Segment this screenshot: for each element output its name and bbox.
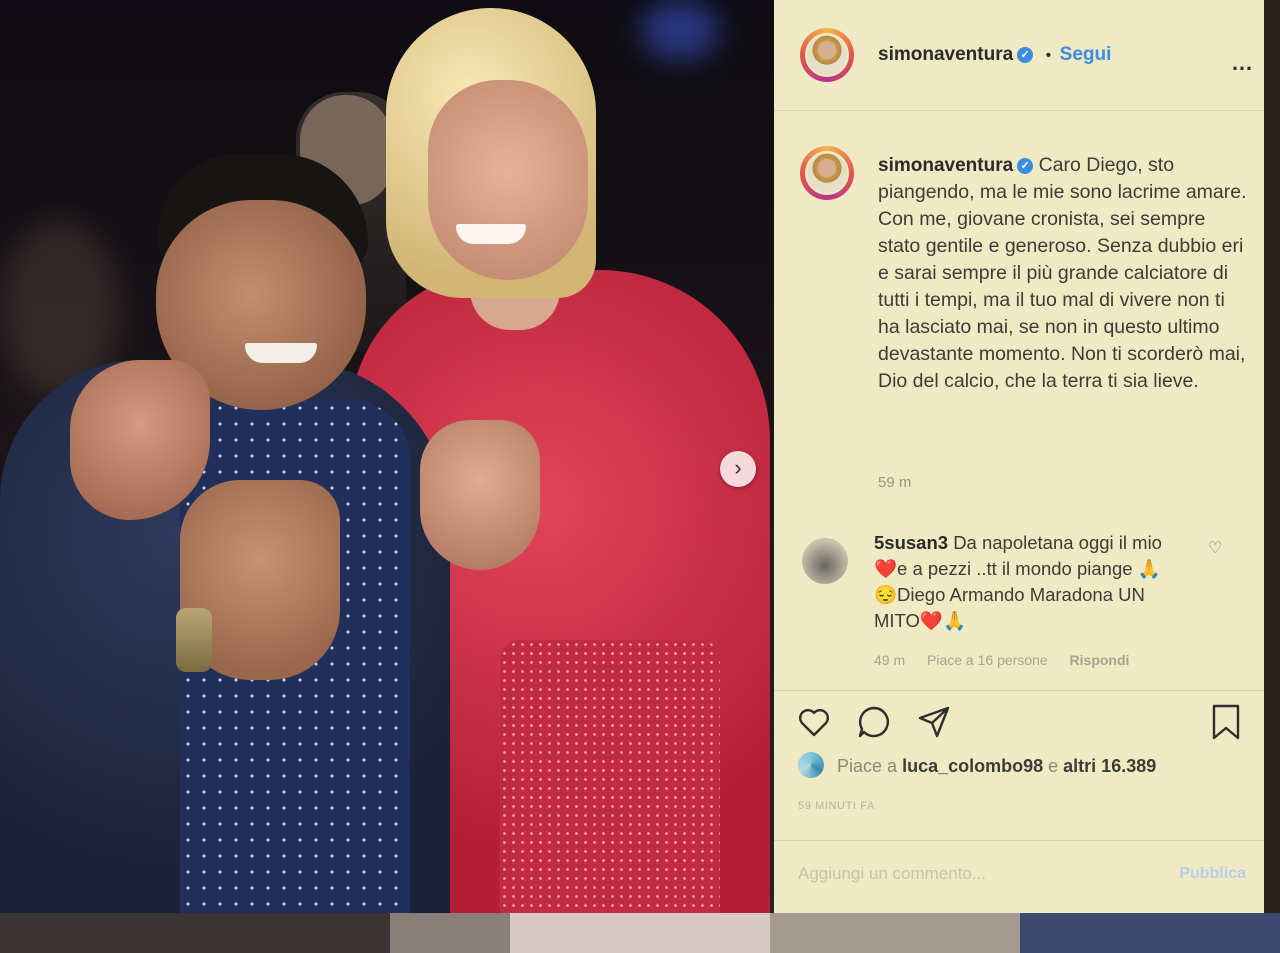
woman-smile: [456, 224, 526, 244]
caption-avatar[interactable]: [800, 146, 854, 200]
actions-divider: [774, 690, 1264, 691]
comment-icon[interactable]: [854, 702, 894, 742]
post-header: simonaventura ✓ • Segui …: [774, 0, 1264, 111]
caption-text: Caro Diego, sto piangendo, ma le mie son…: [878, 154, 1247, 392]
comment-time[interactable]: 49 m: [874, 652, 905, 668]
header-user-line: simonaventura ✓ • Segui: [878, 44, 1111, 66]
caption-username[interactable]: simonaventura: [878, 155, 1013, 176]
caption: simonaventura ✓ Caro Diego, sto piangendo…: [878, 152, 1250, 395]
author-avatar[interactable]: [800, 28, 854, 82]
next-photo-button[interactable]: ›: [720, 451, 756, 487]
verified-badge-icon: ✓: [1017, 47, 1034, 63]
reply-button[interactable]: Rispondi: [1070, 652, 1130, 668]
man-smile: [245, 343, 317, 363]
publish-button[interactable]: Pubblica: [1179, 865, 1246, 883]
separator-dot: •: [1045, 47, 1052, 64]
likes-line: Piace a luca_colombo98 e altri 16.389: [798, 752, 1156, 778]
woman-thumbs-up: [420, 420, 540, 570]
post-panel: simonaventura ✓ • Segui … simonaventura ✓ …: [774, 0, 1264, 913]
strip-tile: [510, 913, 770, 953]
like-comment-heart-icon[interactable]: ♡: [1208, 538, 1222, 558]
likes-connector: e: [1048, 756, 1059, 776]
liker-username[interactable]: luca_colombo98: [902, 756, 1043, 776]
more-options-icon[interactable]: …: [1231, 50, 1254, 76]
add-comment-bar: Pubblica: [774, 840, 1264, 914]
chevron-right-icon: ›: [734, 455, 742, 480]
strip-tile: [770, 913, 1020, 953]
follow-button[interactable]: Segui: [1060, 44, 1112, 65]
verified-badge-icon: ✓: [1017, 158, 1034, 174]
woman-sequin-skirt: [500, 640, 720, 938]
stage-light: [640, 0, 720, 60]
heart-icon[interactable]: [794, 702, 834, 742]
comment: 5susan3 Da napoletana oggi il mio ❤️e a …: [874, 530, 1174, 634]
wrist-watch: [176, 608, 212, 672]
post-photo[interactable]: ›: [0, 0, 776, 938]
bottom-thumbnail-strip: [0, 913, 1280, 953]
comment-username[interactable]: 5susan3: [874, 532, 948, 553]
strip-tile: [1020, 913, 1280, 953]
woman-face: [428, 80, 588, 280]
add-comment-input[interactable]: [796, 863, 1160, 885]
strip-tile: [0, 913, 390, 953]
header-username[interactable]: simonaventura: [878, 44, 1013, 65]
share-icon[interactable]: [914, 702, 954, 742]
caption-time[interactable]: 59 m: [878, 474, 911, 491]
commenter-avatar[interactable]: [802, 538, 848, 584]
post-timestamp: 59 MINUTI FA: [798, 800, 875, 812]
comment-likes[interactable]: Piace a 16 persone: [927, 652, 1048, 668]
comment-meta: 49 m Piace a 16 persone Rispondi: [874, 652, 1147, 668]
likes-prefix: Piace a: [837, 756, 898, 776]
bookmark-icon[interactable]: [1206, 702, 1246, 742]
likes-others[interactable]: altri 16.389: [1063, 756, 1156, 776]
liker-avatar: [798, 752, 824, 778]
strip-tile: [390, 913, 510, 953]
